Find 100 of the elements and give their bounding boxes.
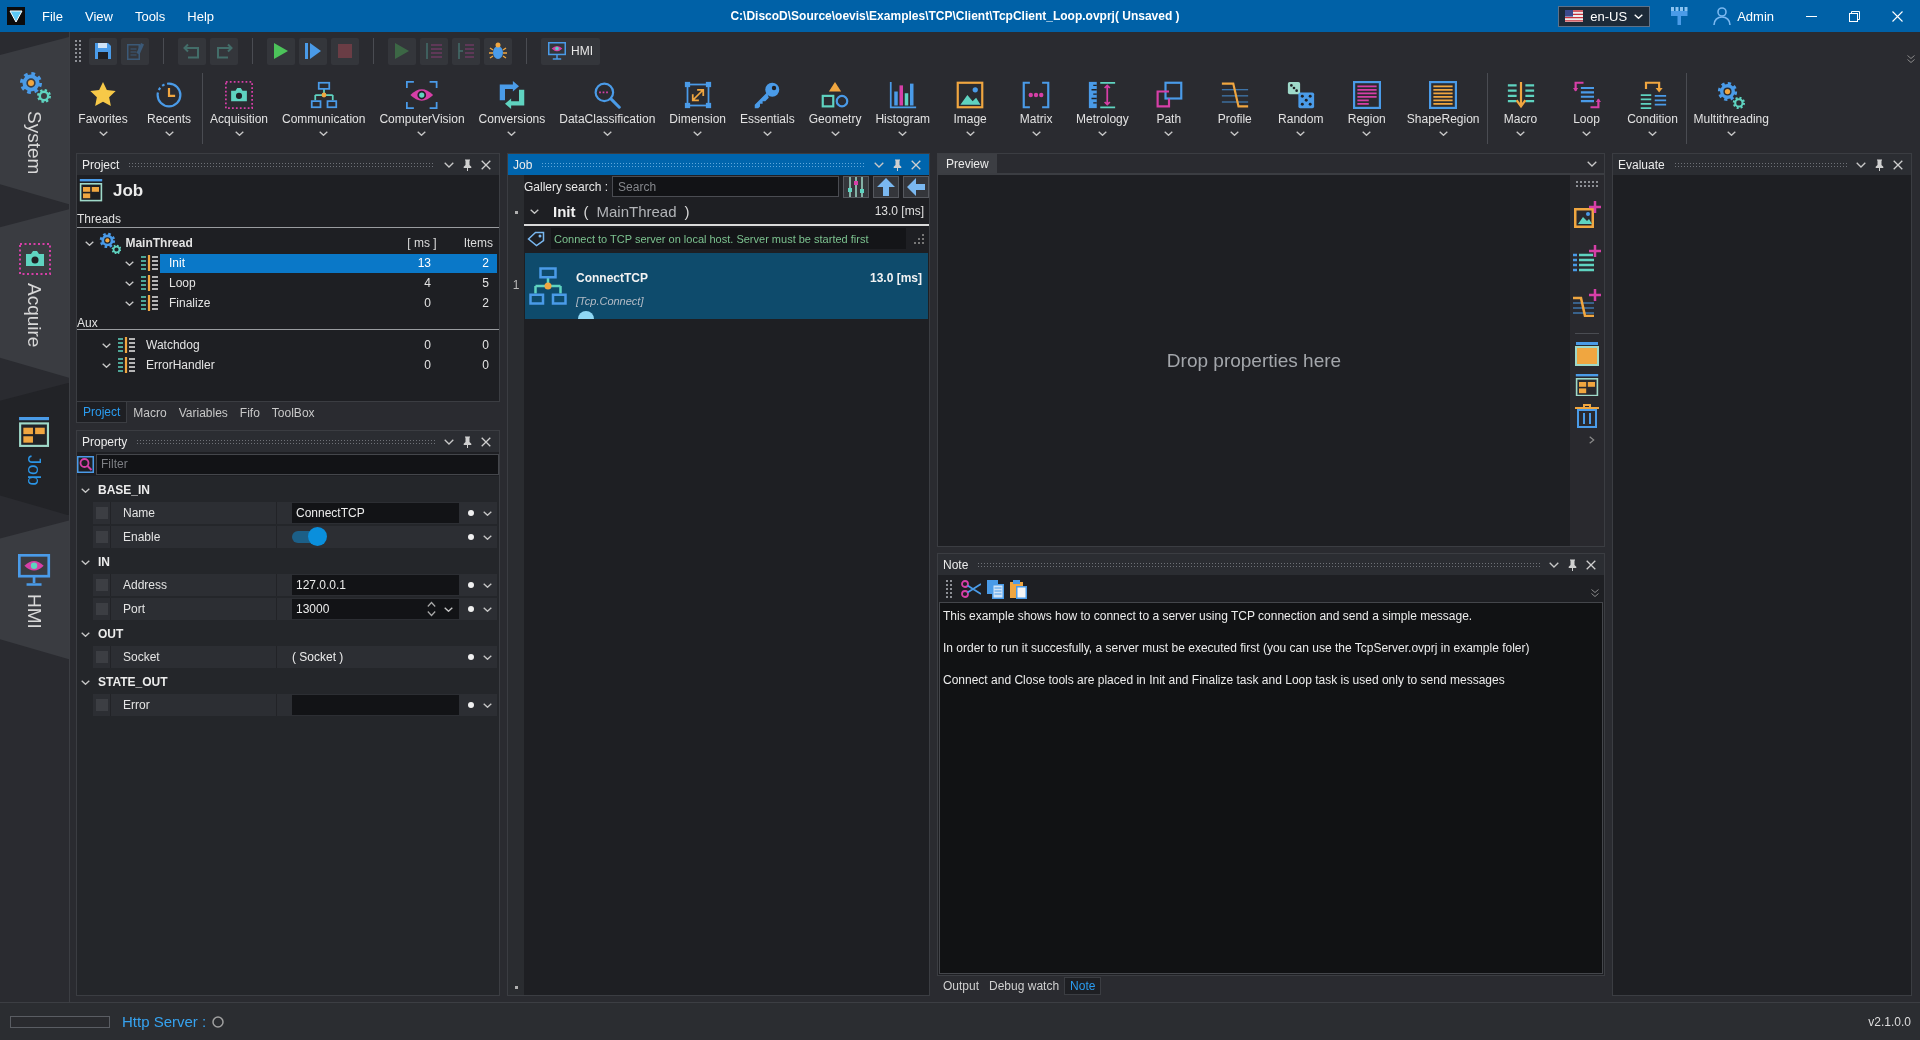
ribbon-button[interactable]: Histogram <box>868 70 938 148</box>
chevron-down-icon[interactable] <box>1587 160 1597 167</box>
ribbon-button[interactable]: Acquisition <box>203 70 276 148</box>
ribbon-button[interactable]: Image <box>937 70 1004 148</box>
chevron-down-icon[interactable] <box>874 161 884 168</box>
debug-button[interactable] <box>484 37 512 65</box>
caret-icon[interactable] <box>125 280 134 286</box>
ribbon-button[interactable]: Region <box>1333 70 1400 148</box>
tab[interactable]: Debug watch <box>984 977 1065 995</box>
tree-item[interactable]: Init 13 2 <box>160 253 497 273</box>
close-icon[interactable] <box>911 159 921 170</box>
dot-icon[interactable] <box>468 534 474 540</box>
drag-handle[interactable] <box>75 40 81 62</box>
pin-icon[interactable] <box>1568 558 1577 571</box>
filter-button[interactable] <box>843 175 869 198</box>
user-button[interactable]: Admin <box>1713 7 1774 25</box>
drag-handle[interactable] <box>1576 181 1598 187</box>
caret-icon[interactable] <box>125 300 134 306</box>
tab[interactable]: ToolBox <box>265 402 321 423</box>
text-field[interactable]: 127.0.0.1 <box>292 575 459 595</box>
move-up-button[interactable] <box>873 175 899 198</box>
dot-icon[interactable] <box>468 654 474 660</box>
language-dropdown[interactable]: en-US <box>1558 5 1651 27</box>
close-icon[interactable] <box>1586 559 1596 570</box>
caret-icon[interactable] <box>483 582 492 588</box>
caret-icon[interactable] <box>483 606 492 612</box>
play-button[interactable] <box>267 37 295 65</box>
ribbon-button[interactable]: DataClassification <box>552 70 663 148</box>
dot-icon[interactable] <box>468 510 474 516</box>
ribbon-button[interactable]: Loop <box>1553 70 1620 148</box>
text-field[interactable] <box>292 695 459 715</box>
pin-icon[interactable] <box>1875 158 1884 171</box>
drag-handle[interactable] <box>946 579 952 598</box>
ribbon-button[interactable]: Profile <box>1201 70 1268 148</box>
ribbon-button[interactable]: Metrology <box>1069 70 1136 148</box>
caret-icon[interactable] <box>125 260 134 266</box>
menu-item[interactable]: View <box>73 0 124 32</box>
caret-icon[interactable] <box>483 702 492 708</box>
toggle-switch[interactable] <box>292 527 328 547</box>
caret-icon[interactable] <box>483 510 492 516</box>
pin-icon[interactable] <box>463 435 472 448</box>
minimize-icon[interactable] <box>1806 15 1817 17</box>
side-tab[interactable]: Acquire <box>0 209 69 378</box>
resize-grip-icon[interactable] <box>914 233 924 244</box>
dot-icon[interactable] <box>468 702 474 708</box>
ribbon-button[interactable]: ComputerVision <box>372 70 472 148</box>
tree-item[interactable]: Loop 4 5 <box>160 273 497 293</box>
caret-icon[interactable] <box>444 606 453 612</box>
ribbon-button[interactable]: Macro <box>1487 70 1554 148</box>
ribbon-button[interactable]: Condition <box>1619 70 1686 148</box>
menu-item[interactable]: Tools <box>123 0 177 32</box>
add-profile-icon[interactable] <box>1573 289 1601 317</box>
ribbon-button[interactable]: Random <box>1267 70 1334 148</box>
ribbon-button[interactable]: Geometry <box>801 70 869 148</box>
ribbon-button[interactable]: Multithreading <box>1686 70 1776 148</box>
caret-icon[interactable] <box>483 654 492 660</box>
menu-item[interactable]: Help <box>176 0 225 32</box>
ribbon-button[interactable]: Essentials <box>733 70 802 148</box>
caret-icon[interactable] <box>85 240 94 246</box>
filter-field[interactable]: Filter <box>96 453 499 475</box>
add-list-icon[interactable] <box>1573 245 1601 273</box>
tool-card[interactable]: ConnectTCP 13.0 [ms] [Tcp.Connect] <box>525 253 928 319</box>
caret-icon[interactable] <box>81 487 90 493</box>
ribbon-button[interactable]: Conversions <box>471 70 553 148</box>
chevron-down-icon[interactable] <box>1856 161 1866 168</box>
add-image-icon[interactable] <box>1573 201 1601 229</box>
paste-icon[interactable] <box>1009 578 1027 599</box>
tab[interactable]: Output <box>938 977 985 995</box>
layout-icon[interactable] <box>1575 374 1599 397</box>
tab[interactable]: Note <box>1064 977 1102 995</box>
hmi-button[interactable]: HMI <box>541 37 600 65</box>
caret-icon[interactable] <box>530 208 539 214</box>
tab[interactable]: Project <box>76 402 128 423</box>
ribbon-button[interactable]: ShapeRegion <box>1399 70 1487 148</box>
ribbon-button[interactable]: Favorites <box>70 70 136 148</box>
logo-icon[interactable] <box>7 7 25 25</box>
text-field[interactable]: ConnectTCP <box>292 503 459 523</box>
restore-icon[interactable] <box>1849 10 1860 22</box>
chevron-down-icon[interactable] <box>444 438 454 445</box>
caret-icon[interactable] <box>102 342 111 348</box>
double-chevron-icon[interactable] <box>1591 588 1599 597</box>
back-button[interactable] <box>903 175 929 198</box>
ribbon-button[interactable]: Recents <box>136 70 202 148</box>
tab[interactable]: Variables <box>172 402 234 423</box>
tree-item[interactable]: ErrorHandler 0 0 <box>137 355 497 375</box>
spinner-icon[interactable] <box>427 601 436 617</box>
step-button[interactable] <box>299 37 327 65</box>
tree-item[interactable]: Watchdog 0 0 <box>137 335 497 355</box>
chevron-down-icon[interactable] <box>1549 561 1559 568</box>
close-icon[interactable] <box>481 436 491 447</box>
caret-icon[interactable] <box>102 362 111 368</box>
save-button[interactable] <box>89 37 117 65</box>
menu-item[interactable]: File <box>31 0 74 32</box>
dot-icon[interactable] <box>468 606 474 612</box>
pin-icon[interactable] <box>463 158 472 171</box>
side-tab[interactable]: System <box>0 37 69 205</box>
brush-icon[interactable] <box>1670 7 1689 25</box>
tab[interactable]: Fifo <box>233 402 266 423</box>
tab[interactable]: Macro <box>127 402 173 423</box>
scissors-icon[interactable] <box>961 579 981 598</box>
